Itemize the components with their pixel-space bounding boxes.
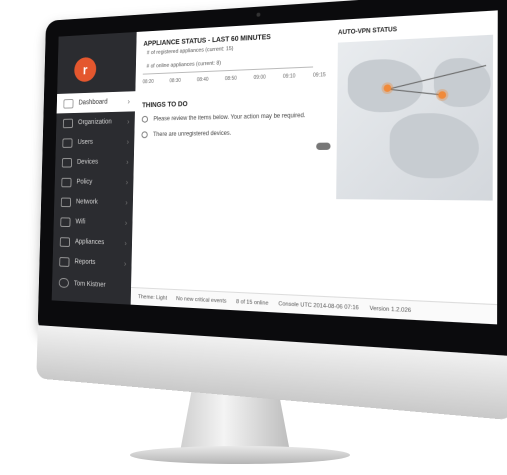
chevron-right-icon: › [126, 117, 130, 126]
sidebar-item-label: Devices [76, 158, 99, 166]
chevron-right-icon: › [124, 218, 128, 228]
map-land [389, 112, 479, 179]
main-panel: APPLIANCE STATUS - LAST 60 MINUTES # of … [130, 10, 498, 325]
sidebar-item-appliances[interactable]: Appliances › [53, 231, 132, 253]
chevron-right-icon: › [126, 157, 129, 167]
check-icon [141, 131, 148, 139]
sidebar-item-organization[interactable]: Organization › [56, 111, 135, 133]
sidebar-item-label: Network [75, 198, 98, 206]
timeline-tick: 09:10 [282, 73, 296, 80]
home-icon [62, 118, 74, 128]
user-icon [58, 277, 69, 288]
toggle-switch[interactable] [316, 142, 331, 151]
timeline-tick: 08:40 [196, 76, 209, 84]
monitor-stand-base [130, 446, 350, 464]
sidebar-item-label: Appliances [74, 238, 105, 247]
wifi-icon [60, 216, 71, 227]
sidebar-item-label: Policy [76, 178, 93, 186]
devices-icon [61, 157, 73, 168]
todo-item[interactable]: There are unregistered devices. [141, 130, 232, 139]
sidebar-item-label: Users [77, 138, 94, 146]
legend-online: # of online appliances (current: 8) [146, 60, 222, 70]
appliance-status-title: APPLIANCE STATUS - LAST 60 MINUTES [143, 33, 271, 48]
todo-item[interactable]: Please review the items below. Your acti… [141, 112, 306, 123]
desktop-stage: r Dashboard › Organization › Users › Devices › P… [0, 0, 507, 475]
sidebar-nav: Dashboard › Organization › Users › Devices › Pol… [52, 91, 136, 274]
app-logo[interactable]: r [73, 56, 97, 83]
status-footer: Theme: Light No new critical events 8 of… [130, 286, 498, 325]
timeline-tick: 08:20 [142, 78, 154, 86]
camera-icon [256, 12, 261, 17]
monitor-bezel: r Dashboard › Organization › Users › Devices › P… [36, 0, 507, 421]
chevron-right-icon: › [126, 137, 130, 147]
legend-registered: # of registered appliances (current: 15) [146, 45, 234, 57]
user-name: Tom Kistner [73, 280, 106, 289]
auto-vpn-status-title: AUTO-VPN STATUS [337, 26, 398, 37]
user-menu[interactable]: Tom Kistner [58, 277, 106, 290]
chevron-right-icon: › [125, 177, 129, 187]
sidebar-item-devices[interactable]: Devices › [55, 152, 134, 172]
events-dropdown[interactable]: No new critical events [176, 296, 226, 305]
console-time: Console UTC 2014-08-06 07:16 [278, 300, 359, 312]
sidebar-item-label: Dashboard [78, 98, 108, 107]
sidebar-item-network[interactable]: Network › [54, 192, 133, 213]
sidebar-item-reports[interactable]: Reports › [52, 251, 131, 274]
things-to-do-title: THINGS TO DO [142, 101, 188, 110]
vpn-map[interactable] [336, 34, 494, 201]
chevron-right-icon: › [123, 259, 127, 269]
sidebar-item-label: Organization [77, 118, 112, 127]
chevron-right-icon: › [125, 198, 128, 207]
screen: r Dashboard › Organization › Users › Devices › P… [51, 10, 498, 325]
timeline-tick: 08:30 [169, 77, 181, 85]
theme-selector[interactable]: Theme: Light [138, 294, 167, 301]
online-count: 8 of 15 online [236, 298, 269, 307]
sidebar-item-dashboard[interactable]: Dashboard › [56, 91, 136, 114]
chevron-right-icon: › [127, 97, 130, 106]
users-icon [62, 137, 73, 148]
policy-icon [61, 177, 72, 187]
dashboard-icon [63, 98, 74, 109]
sidebar: r Dashboard › Organization › Users › Devices › P… [51, 31, 137, 305]
sidebar-item-users[interactable]: Users › [56, 132, 135, 153]
sidebar-item-wifi[interactable]: Wifi › [54, 212, 133, 234]
timeline-tick: 09:00 [253, 74, 266, 82]
sidebar-item-policy[interactable]: Policy › [55, 172, 134, 192]
check-icon [141, 115, 149, 123]
todo-text: Please review the items below. Your acti… [153, 112, 306, 123]
todo-text: There are unregistered devices. [152, 130, 232, 138]
appliances-icon [59, 236, 71, 247]
chevron-right-icon: › [124, 238, 127, 248]
map-land [433, 56, 491, 108]
reports-icon [59, 256, 70, 267]
sidebar-item-label: Reports [74, 258, 96, 267]
sidebar-item-label: Wifi [75, 218, 86, 226]
network-icon [60, 197, 72, 207]
timeline-tick: 09:15 [312, 72, 326, 79]
timeline-tick: 08:50 [224, 75, 237, 83]
version-label: Version 1.2.026 [369, 305, 412, 314]
